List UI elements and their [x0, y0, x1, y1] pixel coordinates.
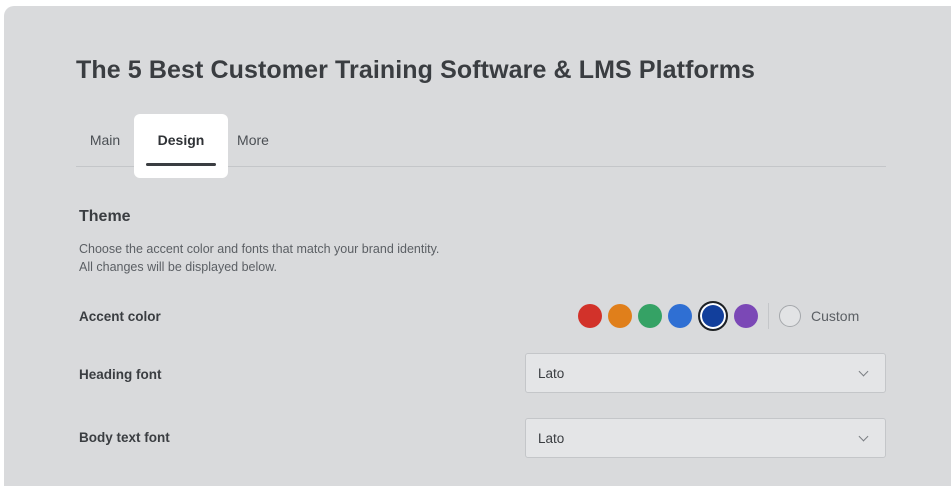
chevron-down-icon	[858, 431, 869, 441]
body-font-select[interactable]: Lato	[525, 418, 886, 458]
accent-color-label: Accent color	[79, 309, 161, 324]
custom-color-circle-icon	[779, 305, 801, 327]
body-font-label: Body text font	[79, 430, 170, 445]
swatch-purple[interactable]	[734, 304, 758, 328]
body-font-value: Lato	[538, 430, 565, 446]
tab-main-label: Main	[89, 132, 121, 148]
custom-color-option[interactable]: Custom	[779, 305, 859, 327]
theme-description-line-1: Choose the accent color and fonts that m…	[79, 242, 440, 256]
tab-more[interactable]: More	[228, 114, 278, 178]
chevron-down-icon	[858, 366, 869, 376]
tab-main[interactable]: Main	[76, 114, 134, 178]
page-title: The 5 Best Customer Training Software & …	[76, 56, 756, 84]
theme-description-line-2: All changes will be displayed below.	[79, 260, 278, 274]
heading-font-label: Heading font	[79, 367, 162, 382]
heading-font-select[interactable]: Lato	[525, 353, 886, 393]
theme-heading: Theme	[79, 208, 131, 225]
custom-color-label: Custom	[811, 308, 860, 324]
tab-more-label: More	[237, 132, 269, 148]
tab-bar: Main Design More	[76, 114, 886, 178]
swatch-dark-blue[interactable]	[698, 301, 728, 331]
swatch-divider	[768, 303, 769, 329]
swatch-green[interactable]	[638, 304, 662, 328]
heading-font-value: Lato	[538, 365, 565, 381]
accent-color-picker: Custom	[578, 301, 859, 331]
tab-design-label: Design	[157, 132, 205, 148]
swatch-blue[interactable]	[668, 304, 692, 328]
swatch-red[interactable]	[578, 304, 602, 328]
theme-description: Choose the accent color and fonts that m…	[79, 240, 439, 276]
active-tab-indicator	[146, 163, 216, 166]
swatch-orange[interactable]	[608, 304, 632, 328]
tab-design[interactable]: Design	[134, 114, 228, 178]
